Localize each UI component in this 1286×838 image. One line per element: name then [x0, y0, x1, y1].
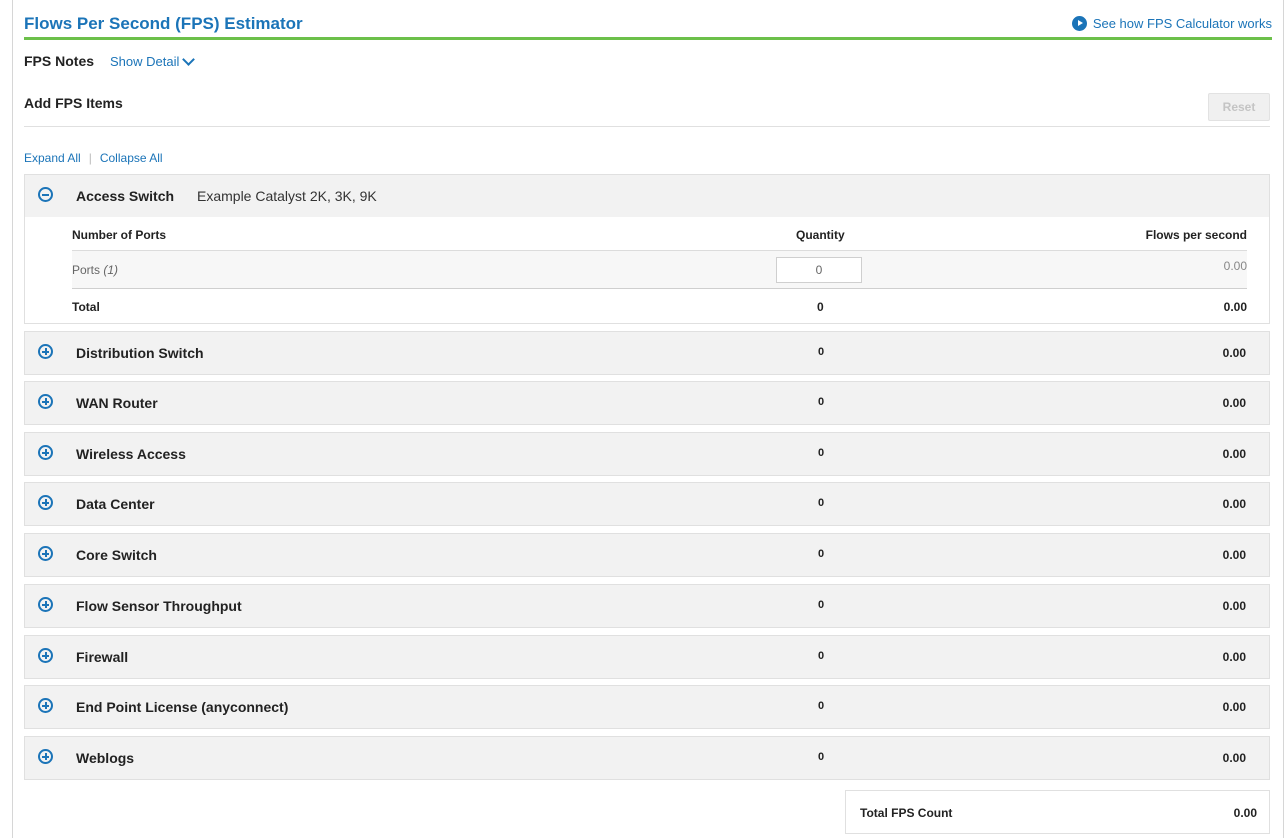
- panel-fps: 0.00: [1222, 650, 1246, 664]
- ports-row: Ports (1) 0.00: [72, 251, 1247, 289]
- panel-wan-router[interactable]: WAN Router 0 0.00: [24, 381, 1270, 425]
- show-detail-toggle[interactable]: Show Detail: [110, 52, 196, 69]
- panel-quantity: 0: [817, 396, 825, 408]
- panel-distribution-switch[interactable]: Distribution Switch 0 0.00: [24, 331, 1270, 375]
- expand-circle-icon[interactable]: [38, 546, 53, 561]
- expand-circle-icon[interactable]: [38, 597, 53, 612]
- access-switch-detail: Number of Ports Quantity Flows per secon…: [24, 217, 1270, 324]
- expand-circle-icon[interactable]: [38, 648, 53, 663]
- panel-quantity: 0: [817, 751, 825, 763]
- panel-data-center[interactable]: Data Center 0 0.00: [24, 482, 1270, 526]
- panel-quantity: 0: [817, 497, 825, 509]
- panel-quantity: 0: [817, 447, 825, 459]
- expand-circle-icon[interactable]: [38, 495, 53, 510]
- play-circle-icon: [1071, 16, 1087, 31]
- expand-circle-icon[interactable]: [38, 394, 53, 409]
- fps-notes-label: FPS Notes: [24, 53, 95, 69]
- panel-title: Data Center: [76, 496, 155, 512]
- total-label: Total: [72, 300, 100, 314]
- link-separator: |: [88, 151, 92, 165]
- panel-wireless-access[interactable]: Wireless Access 0 0.00: [24, 432, 1270, 476]
- panel-quantity: 0: [817, 548, 825, 560]
- panel-title: WAN Router: [76, 395, 158, 411]
- panel-fps: 0.00: [1222, 447, 1246, 461]
- panel-end-point-license[interactable]: End Point License (anyconnect) 0 0.00: [24, 685, 1270, 729]
- ports-quantity-input[interactable]: [776, 257, 862, 283]
- add-fps-items-heading: Add FPS Items: [24, 95, 123, 111]
- total-fps-label: Total FPS Count: [860, 806, 953, 820]
- panel-fps: 0.00: [1222, 751, 1246, 765]
- panel-title: Flow Sensor Throughput: [76, 598, 242, 614]
- total-quantity: 0: [817, 300, 824, 314]
- panel-title: End Point License (anyconnect): [76, 699, 289, 715]
- expand-circle-icon[interactable]: [38, 445, 53, 460]
- panel-quantity: 0: [817, 700, 825, 712]
- how-it-works-link[interactable]: See how FPS Calculator works: [1071, 16, 1272, 31]
- ports-label: Ports (1): [72, 263, 119, 277]
- panel-fps: 0.00: [1222, 396, 1246, 410]
- panel-title: Wireless Access: [76, 446, 186, 462]
- panel-access-switch[interactable]: Access Switch Example Catalyst 2K, 3K, 9…: [24, 174, 1270, 218]
- divider: [24, 126, 1270, 127]
- title-bar: Flows Per Second (FPS) Estimator See how…: [24, 12, 1272, 40]
- ports-fps-value: 0.00: [1223, 259, 1247, 273]
- total-fps: 0.00: [1223, 300, 1247, 314]
- chevron-down-icon: [182, 52, 196, 66]
- expand-circle-icon[interactable]: [38, 344, 53, 359]
- panel-title: Access Switch: [76, 188, 175, 204]
- panel-subtitle: Example Catalyst 2K, 3K, 9K: [197, 188, 377, 204]
- column-flows-per-second: Flows per second: [1145, 228, 1247, 242]
- fps-notes: FPS Notes Show Detail: [24, 52, 196, 69]
- panel-fps: 0.00: [1222, 548, 1246, 562]
- expand-all-link[interactable]: Expand All: [24, 151, 81, 165]
- show-detail-label: Show Detail: [110, 53, 180, 69]
- total-fps-value: 0.00: [1233, 806, 1257, 820]
- panel-fps: 0.00: [1222, 599, 1246, 613]
- panel-core-switch[interactable]: Core Switch 0 0.00: [24, 533, 1270, 577]
- access-switch-total-row: Total 0 0.00: [72, 289, 1247, 323]
- collapse-all-link[interactable]: Collapse All: [100, 151, 163, 165]
- expand-circle-icon[interactable]: [38, 698, 53, 713]
- panel-title: Distribution Switch: [76, 345, 204, 361]
- panel-fps: 0.00: [1222, 700, 1246, 714]
- panel-fps: 0.00: [1222, 346, 1246, 360]
- panel-title: Core Switch: [76, 547, 157, 563]
- page-title: Flows Per Second (FPS) Estimator: [24, 14, 303, 33]
- panel-quantity: 0: [817, 346, 825, 358]
- expand-circle-icon[interactable]: [38, 749, 53, 764]
- panel-quantity: 0: [817, 599, 825, 611]
- panel-weblogs[interactable]: Weblogs 0 0.00: [24, 736, 1270, 780]
- reset-button[interactable]: Reset: [1208, 93, 1270, 121]
- panel-flow-sensor-throughput[interactable]: Flow Sensor Throughput 0 0.00: [24, 584, 1270, 628]
- collapse-circle-icon[interactable]: [38, 187, 53, 202]
- panel-quantity: 0: [817, 650, 825, 662]
- panel-firewall[interactable]: Firewall 0 0.00: [24, 635, 1270, 679]
- panel-title: Weblogs: [76, 750, 135, 766]
- expand-collapse-links: Expand All | Collapse All: [24, 151, 163, 165]
- detail-header-row: Number of Ports Quantity Flows per secon…: [72, 217, 1247, 251]
- column-number-of-ports: Number of Ports: [72, 228, 167, 242]
- total-fps-box: Total FPS Count 0.00: [845, 790, 1270, 834]
- column-quantity: Quantity: [796, 228, 845, 242]
- how-it-works-label: See how FPS Calculator works: [1092, 16, 1272, 31]
- panel-title: Firewall: [76, 649, 129, 665]
- panel-fps: 0.00: [1222, 497, 1246, 511]
